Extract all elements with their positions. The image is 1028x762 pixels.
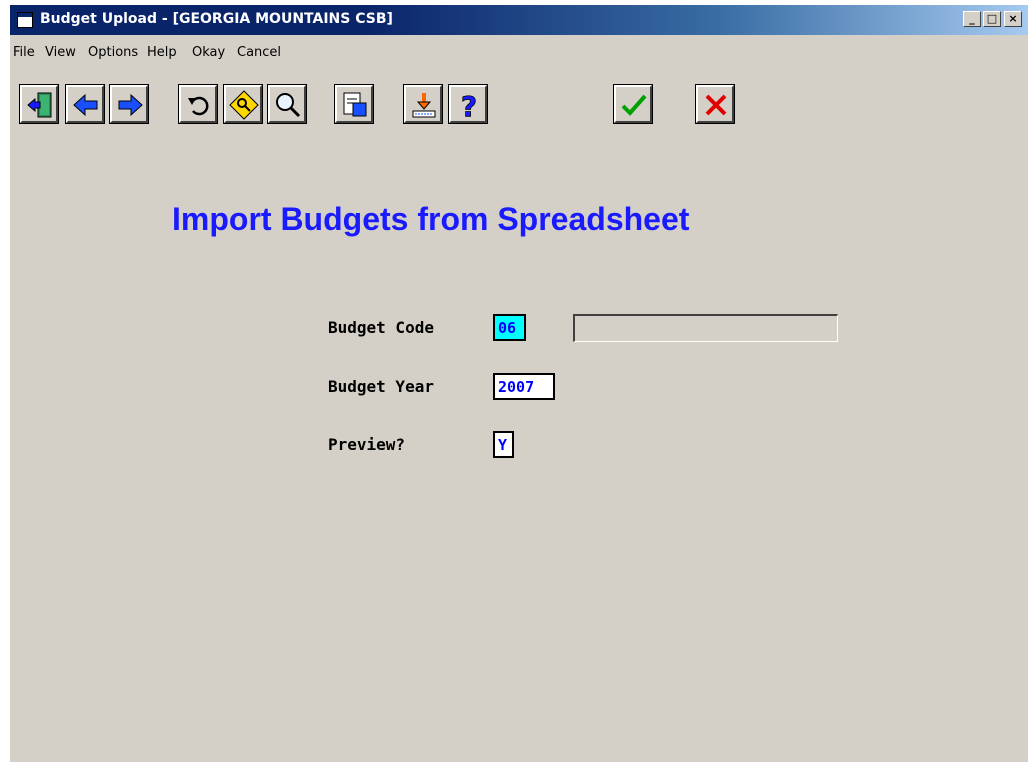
cancel-x-icon	[705, 94, 727, 116]
window-title: Budget Upload - [GEORGIA MOUNTAINS CSB]	[40, 11, 393, 27]
svg-text:?: ?	[461, 90, 477, 120]
menu-file[interactable]: File	[13, 45, 35, 60]
budget-year-field[interactable]: 2007	[493, 373, 555, 400]
toolbar: ?	[10, 73, 1028, 133]
magnifier-icon	[276, 93, 301, 118]
cancel-button[interactable]	[695, 84, 735, 124]
close-button[interactable]: ×	[1004, 11, 1022, 27]
help-icon: ?	[460, 90, 477, 120]
budget-year-label: Budget Year	[328, 377, 434, 396]
preview-label: Preview?	[328, 435, 406, 454]
undo-icon	[188, 96, 209, 116]
exit-icon	[27, 92, 52, 118]
budget-code-field[interactable]: 06	[493, 314, 526, 341]
exit-button[interactable]	[19, 84, 59, 124]
budget-code-description	[573, 314, 838, 342]
forward-button[interactable]	[109, 84, 149, 124]
undo-button[interactable]	[178, 84, 218, 124]
menu-bar: File View Options Help Okay Cancel	[10, 42, 1028, 62]
okay-button[interactable]	[613, 84, 653, 124]
search-button[interactable]	[267, 84, 307, 124]
forward-arrow-icon	[118, 93, 143, 117]
okay-check-icon	[621, 94, 647, 116]
menu-options[interactable]: Options	[88, 45, 138, 60]
minimize-button[interactable]: _	[963, 11, 981, 27]
clipboard-icon	[343, 92, 367, 117]
menu-cancel[interactable]: Cancel	[237, 45, 281, 60]
key-button[interactable]	[223, 84, 263, 124]
menu-okay[interactable]: Okay	[192, 45, 225, 60]
back-arrow-icon	[73, 93, 98, 117]
help-button[interactable]: ?	[448, 84, 488, 124]
download-button[interactable]	[403, 84, 443, 124]
clipboard-button[interactable]	[334, 84, 374, 124]
download-icon	[412, 93, 436, 118]
budget-code-label: Budget Code	[328, 318, 434, 337]
maximize-button[interactable]: □	[983, 11, 1001, 27]
back-button[interactable]	[65, 84, 105, 124]
app-window: Budget Upload - [GEORGIA MOUNTAINS CSB] …	[9, 5, 1028, 762]
menu-view[interactable]: View	[45, 45, 76, 60]
window-app-icon[interactable]	[17, 12, 33, 28]
key-diamond-icon	[229, 90, 259, 120]
preview-field[interactable]: Y	[493, 431, 514, 458]
title-bar[interactable]: Budget Upload - [GEORGIA MOUNTAINS CSB] …	[10, 5, 1028, 35]
menu-help[interactable]: Help	[147, 45, 177, 60]
page-title: Import Budgets from Spreadsheet	[172, 201, 690, 237]
